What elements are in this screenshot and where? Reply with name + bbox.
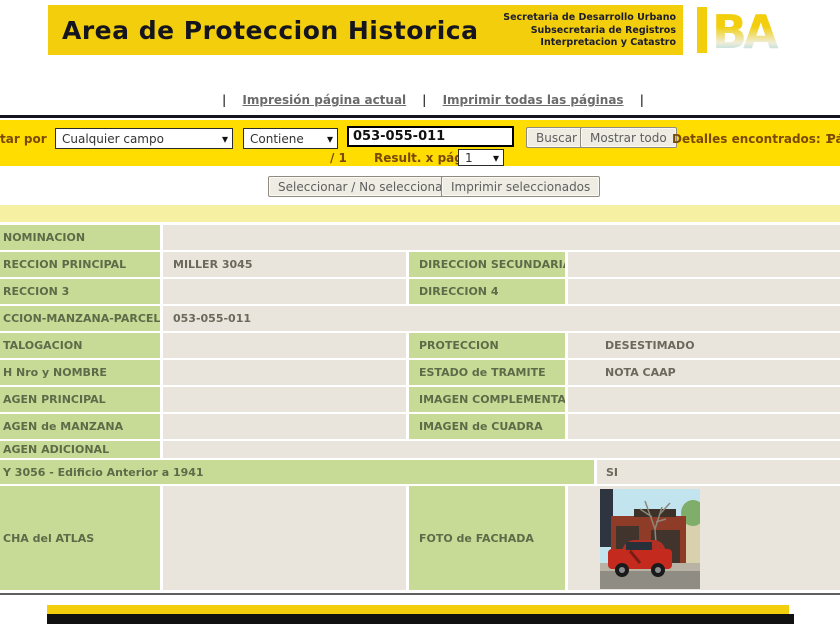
table-header-strip bbox=[0, 205, 840, 222]
ba-logo: BA bbox=[712, 8, 796, 54]
field-label: CHA del ATLAS bbox=[0, 486, 160, 590]
table-row-aph-nro-nombre: H Nro y NOMBRE ESTADO de TRAMITE NOTA CA… bbox=[0, 360, 840, 385]
table-row-catalogacion: TALOGACION PROTECCION DESESTIMADO bbox=[0, 333, 840, 358]
pipe-separator: | bbox=[640, 93, 644, 107]
field-label: FOTO de FACHADA bbox=[409, 486, 565, 590]
page-title: Area de Proteccion Historica bbox=[48, 16, 478, 45]
table-row-ficha-atlas: CHA del ATLAS FOTO de FACHADA bbox=[0, 486, 840, 590]
field-label: TALOGACION bbox=[0, 333, 160, 358]
field-label: H Nro y NOMBRE bbox=[0, 360, 160, 385]
table-row-seccion-manzana-parcela: CCION-MANZANA-PARCELA 053-055-011 bbox=[0, 306, 840, 331]
field-label: RECCION PRINCIPAL bbox=[0, 252, 160, 277]
field-value bbox=[163, 387, 406, 412]
field-value bbox=[568, 387, 840, 412]
chevron-down-icon: ▾ bbox=[222, 133, 228, 145]
facade-photo-thumbnail[interactable] bbox=[600, 489, 700, 589]
pipe-separator: | bbox=[422, 93, 426, 107]
field-value bbox=[163, 486, 406, 590]
field-label: IMAGEN de CUADRA bbox=[409, 414, 565, 439]
search-input[interactable] bbox=[347, 126, 514, 147]
show-all-button[interactable]: Mostrar todo bbox=[580, 127, 677, 148]
table-row-imagen-adicional: AGEN ADICIONAL bbox=[0, 441, 840, 458]
field-value bbox=[163, 441, 840, 458]
field-value bbox=[163, 333, 406, 358]
footer-black-stripe bbox=[47, 614, 794, 624]
org-subtitle: Secretaria de Desarrollo Urbano Subsecre… bbox=[503, 12, 676, 50]
print-links-row: | Impresión página actual | Imprimir tod… bbox=[0, 92, 840, 108]
operator-select[interactable]: Contiene ▾ bbox=[243, 128, 338, 149]
table-row-ley-3056: Y 3056 - Edificio Anterior a 1941 SI bbox=[0, 460, 840, 484]
table-row-imagen-manzana: AGEN de MANZANA IMAGEN de CUADRA bbox=[0, 414, 840, 439]
page: Area de Proteccion Historica Secretaria … bbox=[0, 0, 840, 630]
print-all-pages-link[interactable]: Imprimir todas las páginas bbox=[443, 93, 624, 107]
pipe-separator: | bbox=[222, 93, 226, 107]
page-total-text: / 1 bbox=[330, 151, 347, 165]
field-value: NOTA CAAP bbox=[568, 360, 840, 385]
search-button[interactable]: Buscar bbox=[526, 127, 587, 148]
field-label: RECCION 3 bbox=[0, 279, 160, 304]
results-count-text: Detalles encontrados: 1 bbox=[672, 132, 833, 146]
field-value bbox=[568, 252, 840, 277]
field-select-value: Cualquier campo bbox=[62, 132, 164, 146]
field-value bbox=[163, 225, 840, 250]
field-label: AGEN PRINCIPAL bbox=[0, 387, 160, 412]
field-label: DIRECCION 4 bbox=[409, 279, 565, 304]
svg-text:BA: BA bbox=[712, 8, 779, 54]
header-divider-rule bbox=[0, 115, 840, 118]
page-label-cut: Pá bbox=[827, 132, 840, 146]
footer-yellow-stripe bbox=[47, 605, 789, 614]
field-label: ESTADO de TRAMITE bbox=[409, 360, 565, 385]
field-select[interactable]: Cualquier campo ▾ bbox=[55, 128, 233, 149]
filter-by-label: tar por bbox=[0, 132, 47, 146]
field-value bbox=[163, 414, 406, 439]
field-label: IMAGEN COMPLEMENTARIA bbox=[409, 387, 565, 412]
field-value-photo bbox=[568, 486, 840, 590]
field-value: DESESTIMADO bbox=[568, 333, 840, 358]
field-label: CCION-MANZANA-PARCELA bbox=[0, 306, 160, 331]
per-page-select-value: 1 bbox=[465, 151, 473, 165]
chevron-down-icon: ▾ bbox=[327, 133, 333, 145]
search-toolbar: tar por Cualquier campo ▾ Contiene ▾ Bus… bbox=[0, 120, 840, 166]
field-label: PROTECCION bbox=[409, 333, 565, 358]
record-detail-table: NOMINACION RECCION PRINCIPAL MILLER 3045… bbox=[0, 225, 840, 592]
field-label: Y 3056 - Edificio Anterior a 1941 bbox=[0, 460, 594, 484]
org-line-3: Interpretacion y Catastro bbox=[503, 37, 676, 50]
table-row-imagen-principal: AGEN PRINCIPAL IMAGEN COMPLEMENTARIA bbox=[0, 387, 840, 412]
org-line-1: Secretaria de Desarrollo Urbano bbox=[503, 12, 676, 25]
table-row-direccion-principal: RECCION PRINCIPAL MILLER 3045 DIRECCION … bbox=[0, 252, 840, 277]
chevron-down-icon: ▾ bbox=[493, 152, 499, 164]
table-row-denominacion: NOMINACION bbox=[0, 225, 840, 250]
field-value bbox=[568, 414, 840, 439]
header-band: Area de Proteccion Historica Secretaria … bbox=[48, 5, 683, 55]
org-line-2: Subsecretaria de Registros bbox=[503, 25, 676, 38]
operator-select-value: Contiene bbox=[250, 132, 304, 146]
footer-divider-rule bbox=[0, 593, 840, 595]
field-label: DIRECCION SECUNDARIA bbox=[409, 252, 565, 277]
table-row-direccion-3: RECCION 3 DIRECCION 4 bbox=[0, 279, 840, 304]
print-selected-button[interactable]: Imprimir seleccionados bbox=[441, 176, 600, 197]
per-page-select[interactable]: 1 ▾ bbox=[458, 149, 504, 166]
field-value: MILLER 3045 bbox=[163, 252, 406, 277]
field-value: 053-055-011 bbox=[163, 306, 840, 331]
logo-separator-bar bbox=[697, 7, 707, 53]
field-label: AGEN de MANZANA bbox=[0, 414, 160, 439]
field-label: AGEN ADICIONAL bbox=[0, 441, 160, 458]
field-value bbox=[163, 279, 406, 304]
field-value bbox=[163, 360, 406, 385]
field-label: NOMINACION bbox=[0, 225, 160, 250]
print-current-page-link[interactable]: Impresión página actual bbox=[242, 93, 406, 107]
field-value: SI bbox=[597, 460, 840, 484]
field-value bbox=[568, 279, 840, 304]
actions-row: Seleccionar / No seleccionar todo Imprim… bbox=[0, 176, 840, 198]
